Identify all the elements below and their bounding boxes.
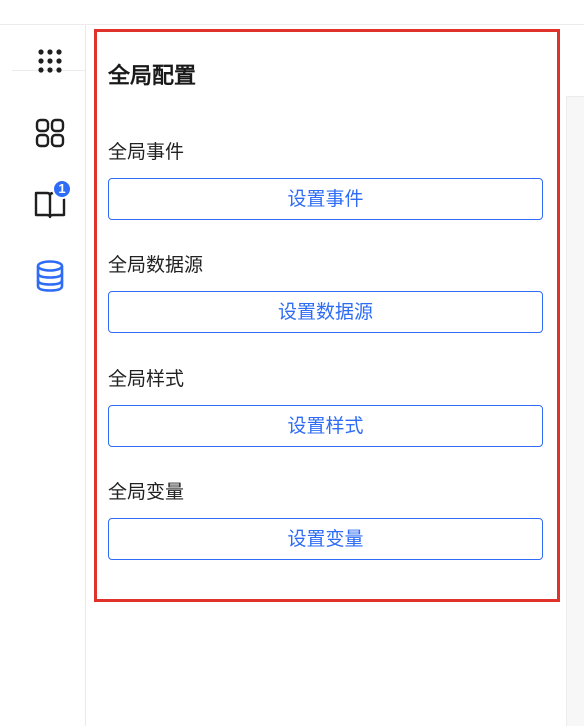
right-edge-header (566, 25, 584, 97)
set-events-button[interactable]: 设置事件 (108, 178, 543, 220)
apps-grid-icon[interactable] (32, 43, 68, 79)
set-variables-button[interactable]: 设置变量 (108, 518, 543, 560)
global-events-label: 全局事件 (108, 141, 185, 163)
set-datasource-button[interactable]: 设置数据源 (108, 291, 543, 333)
components-icon[interactable] (32, 115, 68, 151)
panel-title: 全局配置 (108, 64, 197, 89)
global-variables-label: 全局变量 (108, 481, 185, 503)
global-datasource-label: 全局数据源 (108, 254, 204, 276)
book-icon[interactable]: 1 (32, 179, 72, 221)
notification-badge: 1 (52, 179, 72, 199)
set-style-button[interactable]: 设置样式 (108, 405, 543, 447)
global-style-label: 全局样式 (108, 368, 185, 390)
right-edge-panel (566, 25, 584, 726)
app-window: 1 全局配置 全局事件 设置事件 全局数据源 设置数据源 全局样式 设置样式 全… (0, 0, 584, 726)
top-bar (0, 0, 584, 25)
database-icon[interactable] (32, 258, 68, 294)
